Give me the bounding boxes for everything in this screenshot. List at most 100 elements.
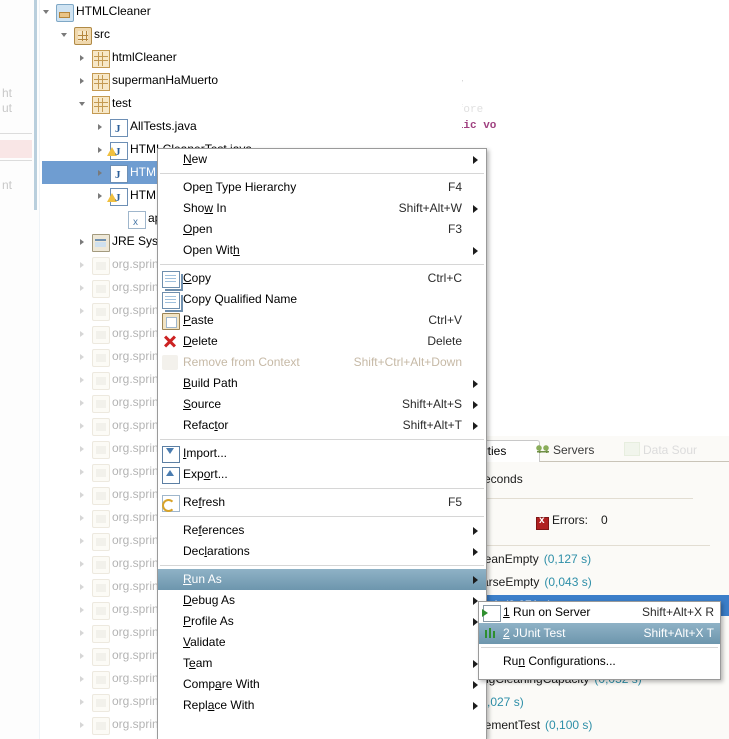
chevron-right-icon[interactable] [78, 437, 88, 460]
chevron-right-icon[interactable] [78, 391, 88, 414]
chevron-right-icon[interactable] [78, 69, 88, 92]
import-icon [162, 446, 180, 463]
chevron-right-icon[interactable] [96, 138, 106, 161]
chevron-right-icon[interactable] [78, 460, 88, 483]
chevron-right-icon[interactable] [78, 299, 88, 322]
chevron-right-icon[interactable] [78, 46, 88, 69]
menu-item[interactable]: Open Type HierarchyF4 [158, 177, 486, 198]
menu-item[interactable]: Import... [158, 443, 486, 464]
tree-item[interactable]: test [42, 92, 462, 115]
chevron-right-icon[interactable] [78, 667, 88, 690]
tab-data-source[interactable]: Data Sour [620, 440, 701, 461]
server-icon [483, 605, 501, 622]
junit-test-duration: (0,127 s) [544, 552, 591, 566]
menu-item[interactable]: OpenF3 [158, 219, 486, 240]
chevron-down-icon[interactable] [42, 0, 52, 23]
tree-item[interactable]: supermanHaMuerto [42, 69, 462, 92]
chevron-right-icon[interactable] [78, 414, 88, 437]
submenu-arrow-icon [473, 156, 478, 164]
menu-item[interactable]: Replace With [158, 695, 486, 716]
chevron-right-icon[interactable] [78, 575, 88, 598]
menu-item[interactable]: Profile As [158, 611, 486, 632]
junit-test-row[interactable]: arseEmpty(0,043 s) [470, 572, 592, 593]
menu-item[interactable]: RefactorShift+Alt+T [158, 415, 486, 436]
tree-item[interactable]: HTMLCleaner [42, 0, 462, 23]
errors-count: 0 [601, 513, 608, 527]
chevron-right-icon[interactable] [78, 529, 88, 552]
chevron-right-icon[interactable] [78, 713, 88, 736]
ghost-fragment-3: nt [2, 178, 12, 192]
chevron-right-icon[interactable] [78, 368, 88, 391]
bottom-right-views[interactable]: erties Servers Data Sour seconds 5 Error… [470, 436, 729, 739]
menu-separator [160, 488, 484, 489]
chevron-right-icon[interactable] [96, 115, 106, 138]
menu-item[interactable]: SourceShift+Alt+S [158, 394, 486, 415]
menu-item[interactable]: PasteCtrl+V [158, 310, 486, 331]
submenu-arrow-icon [473, 576, 478, 584]
jar-icon [92, 487, 110, 505]
chevron-right-icon[interactable] [96, 161, 106, 184]
chevron-right-icon[interactable] [78, 644, 88, 667]
menu-item[interactable]: DeleteDelete [158, 331, 486, 352]
menu-item[interactable]: RefreshF5 [158, 492, 486, 513]
jar-icon [92, 533, 110, 551]
jar-icon [92, 303, 110, 321]
menu-item[interactable]: 1 Run on ServerShift+Alt+X R [479, 602, 720, 623]
menu-separator [160, 565, 484, 566]
java-file-warning-icon [110, 188, 128, 206]
menu-item[interactable]: Show InShift+Alt+W [158, 198, 486, 219]
chevron-right-icon[interactable] [78, 621, 88, 644]
eclipse-workbench: ht ut nt priv @Before public vo { tem. v… [0, 0, 729, 739]
menu-item[interactable]: Copy Qualified Name [158, 289, 486, 310]
junit-test-row[interactable]: leanEmpty(0,127 s) [470, 549, 591, 570]
menu-item-accelerator: F4 [448, 177, 462, 198]
menu-item[interactable]: Export... [158, 464, 486, 485]
submenu-arrow-icon [473, 527, 478, 535]
tree-item[interactable]: src [42, 23, 462, 46]
chevron-right-icon[interactable] [78, 322, 88, 345]
tree-item[interactable]: htmlCleaner [42, 46, 462, 69]
chevron-right-icon[interactable] [78, 552, 88, 575]
chevron-right-icon[interactable] [78, 230, 88, 253]
menu-item[interactable]: Run As [158, 569, 486, 590]
menu-item[interactable]: New [158, 149, 486, 170]
chevron-right-icon[interactable] [78, 345, 88, 368]
chevron-right-icon[interactable] [78, 276, 88, 299]
menu-item[interactable]: CopyCtrl+C [158, 268, 486, 289]
menu-item: Remove from ContextShift+Ctrl+Alt+Down [158, 352, 486, 373]
menu-item[interactable]: Compare With [158, 674, 486, 695]
submenu-arrow-icon [473, 548, 478, 556]
chevron-right-icon[interactable] [78, 598, 88, 621]
chevron-down-icon[interactable] [78, 92, 88, 115]
menu-item[interactable]: Team [158, 653, 486, 674]
menu-item[interactable]: Declarations [158, 541, 486, 562]
menu-item[interactable]: Validate [158, 632, 486, 653]
menu-item[interactable]: References [158, 520, 486, 541]
jar-icon [92, 280, 110, 298]
chevron-right-icon[interactable] [78, 253, 88, 276]
menu-item[interactable]: Build Path [158, 373, 486, 394]
project-context-menu[interactable]: New Open Type HierarchyF4Show InShift+Alt… [157, 148, 487, 739]
menu-item[interactable]: Debug As [158, 590, 486, 611]
chevron-right-icon[interactable] [78, 483, 88, 506]
tab-servers[interactable]: Servers [532, 440, 598, 461]
run-as-submenu[interactable]: 1 Run on ServerShift+Alt+X R2 JUnit Test… [478, 601, 721, 680]
copy-icon [162, 292, 180, 309]
tree-item[interactable]: AllTests.java [42, 115, 462, 138]
chevron-right-icon[interactable] [96, 184, 106, 207]
menu-item[interactable]: Open With [158, 240, 486, 261]
menu-item-label: Open [183, 219, 212, 240]
menu-item[interactable]: 2 JUnit TestShift+Alt+X T [479, 623, 720, 644]
menu-item-label: Compare With [183, 674, 260, 695]
chevron-down-icon[interactable] [60, 23, 70, 46]
menu-item[interactable]: Run Configurations... [479, 651, 720, 672]
jar-icon [92, 326, 110, 344]
view-tab-bar[interactable]: erties Servers Data Sour [470, 440, 729, 462]
chevron-right-icon[interactable] [78, 690, 88, 713]
junit-test-row[interactable]: lementTest(0,100 s) [470, 715, 592, 736]
junit-test-duration: (0,043 s) [544, 575, 591, 589]
chevron-right-icon[interactable] [78, 506, 88, 529]
submenu-arrow-icon [473, 702, 478, 710]
jar-icon [92, 395, 110, 413]
menu-item-label: Refresh [183, 492, 225, 513]
